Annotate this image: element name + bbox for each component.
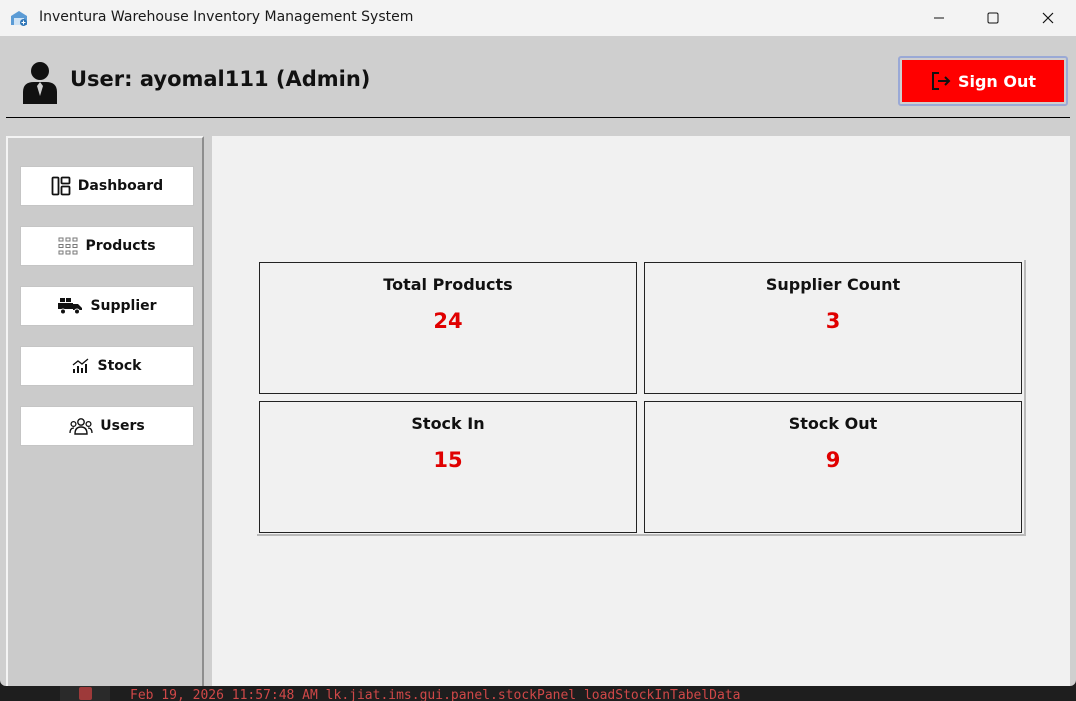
- sidebar-item-products[interactable]: Products: [20, 226, 194, 266]
- stat-card-title: Supplier Count: [765, 275, 901, 294]
- sign-out-label: Sign Out: [957, 71, 1037, 91]
- sidebar: Dashboard Products Supplier Stock Users: [6, 136, 204, 686]
- user-label: User: ayomal111 (Admin): [70, 67, 371, 91]
- stat-card-title: Total Products: [383, 275, 513, 294]
- app-window: Inventura Warehouse Inventory Management…: [0, 0, 1076, 686]
- sign-out-focus-ring: Sign Out: [898, 56, 1068, 106]
- users-icon: [69, 418, 93, 435]
- sidebar-item-label: Products: [85, 238, 156, 254]
- user-icon: [23, 62, 57, 104]
- console-log-line: Feb 19, 2026 11:57:48 AM lk.jiat.ims.gui…: [130, 688, 741, 701]
- stats-grid: Total Products 24 Supplier Count 3 Stock…: [257, 260, 1026, 536]
- sidebar-item-users[interactable]: Users: [20, 406, 194, 446]
- sidebar-item-stock[interactable]: Stock: [20, 346, 194, 386]
- sidebar-item-supplier[interactable]: Supplier: [20, 286, 194, 326]
- stop-icon[interactable]: [79, 687, 92, 700]
- sign-out-button[interactable]: Sign Out: [902, 60, 1064, 102]
- sidebar-item-label: Dashboard: [77, 178, 164, 194]
- stat-card-supplier-count: Supplier Count 3: [644, 262, 1022, 394]
- stat-card-value: 3: [825, 309, 841, 333]
- stat-card-stock-out: Stock Out 9: [644, 401, 1022, 533]
- sidebar-item-label: Stock: [97, 358, 142, 374]
- ide-console: Feb 19, 2026 11:57:48 AM lk.jiat.ims.gui…: [0, 686, 1076, 701]
- stat-card-value: 24: [433, 309, 463, 333]
- sign-out-icon: [931, 72, 951, 90]
- window-title: Inventura Warehouse Inventory Management…: [39, 9, 414, 25]
- truck-icon: [58, 298, 83, 315]
- grid-icon: [58, 237, 78, 255]
- dashboard-icon: [51, 176, 71, 196]
- title-bar[interactable]: Inventura Warehouse Inventory Management…: [0, 0, 1076, 36]
- sidebar-item-label: Supplier: [90, 298, 157, 314]
- minimize-icon: [934, 17, 944, 19]
- stat-card-title: Stock Out: [788, 414, 878, 433]
- sidebar-item-dashboard[interactable]: Dashboard: [20, 166, 194, 206]
- stat-card-value: 9: [825, 448, 841, 472]
- maximize-button[interactable]: [966, 0, 1020, 36]
- stat-card-value: 15: [433, 448, 463, 472]
- header: User: ayomal111 (Admin) Sign Out: [0, 36, 1076, 136]
- header-divider: [6, 117, 1070, 118]
- sidebar-item-label: Users: [100, 418, 145, 434]
- stat-card-total-products: Total Products 24: [259, 262, 637, 394]
- close-button[interactable]: [1021, 0, 1075, 36]
- warehouse-icon: [11, 11, 27, 26]
- close-icon: [1042, 12, 1054, 24]
- minimize-button[interactable]: [912, 0, 966, 36]
- dashboard-panel: Total Products 24 Supplier Count 3 Stock…: [212, 136, 1070, 686]
- chart-icon: [73, 358, 89, 373]
- stat-card-title: Stock In: [411, 414, 485, 433]
- stat-card-stock-in: Stock In 15: [259, 401, 637, 533]
- maximize-icon: [987, 12, 999, 24]
